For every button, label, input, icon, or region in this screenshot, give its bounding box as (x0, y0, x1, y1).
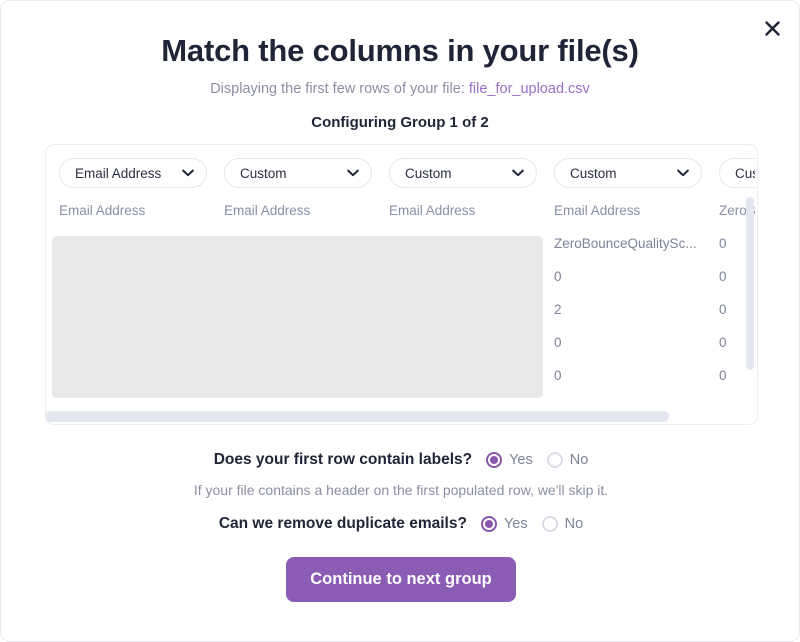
chevron-down-icon (347, 169, 359, 177)
table-cell: 0 (554, 368, 719, 383)
table-header-cell: Email Address (224, 203, 389, 218)
chevron-down-icon (677, 169, 689, 177)
radio-icon[interactable] (486, 452, 502, 468)
first-row-labels-hint: If your file contains a header on the fi… (1, 469, 800, 498)
first-row-labels-yes-label: Yes (509, 452, 533, 468)
file-name-link[interactable]: file_for_upload.csv (469, 81, 590, 97)
column-select-0[interactable]: Email Address (59, 158, 207, 188)
column-mapping-row: Email Address Custom (46, 145, 755, 188)
column-select-3-value: Custom (570, 166, 617, 181)
preview-vertical-scrollbar-thumb[interactable] (746, 197, 754, 370)
column-preview-card: Email Address Custom (45, 144, 758, 425)
column-select-2[interactable]: Custom (389, 158, 537, 188)
table-header-row: Email Address Email Address Email Addres… (46, 203, 755, 218)
page-title: Match the columns in your file(s) (1, 1, 799, 69)
column-preview-scroll-area[interactable]: Email Address Custom (46, 145, 755, 424)
table-cell: 0 (554, 335, 719, 350)
continue-to-next-group-button[interactable]: Continue to next group (286, 557, 516, 602)
column-mapping-cell: Custom (224, 158, 389, 188)
column-mapping-cell: Custom (554, 158, 719, 188)
match-columns-modal: Match the columns in your file(s) Displa… (0, 0, 800, 642)
first-row-labels-question: Does your first row contain labels? Yes … (1, 451, 800, 498)
radio-icon[interactable] (547, 452, 563, 468)
preview-vertical-scrollbar[interactable] (746, 145, 755, 424)
cta-container: Continue to next group (1, 557, 800, 602)
redacted-preview-overlay (52, 236, 543, 398)
column-select-2-value: Custom (405, 166, 452, 181)
remove-duplicates-yes[interactable]: Yes (481, 516, 528, 532)
remove-duplicates-yes-label: Yes (504, 516, 528, 532)
column-select-1[interactable]: Custom (224, 158, 372, 188)
table-cell: ZeroBounceQualitySc... (554, 236, 719, 251)
remove-duplicates-question: Can we remove duplicate emails? Yes No (1, 515, 800, 533)
remove-duplicates-no-label: No (565, 516, 584, 532)
close-icon[interactable] (758, 14, 786, 42)
table-cell: 2 (554, 302, 719, 317)
chevron-down-icon (512, 169, 524, 177)
remove-duplicates-label: Can we remove duplicate emails? (219, 515, 467, 533)
first-row-labels-no-label: No (570, 452, 589, 468)
table-header-cell: Email Address (389, 203, 554, 218)
preview-horizontal-scrollbar-thumb[interactable] (45, 411, 669, 422)
column-select-3[interactable]: Custom (554, 158, 702, 188)
table-cell: 0 (554, 269, 719, 284)
first-row-labels-yes[interactable]: Yes (486, 452, 533, 468)
table-header-cell: Email Address (59, 203, 224, 218)
table-header-cell: Email Address (554, 203, 719, 218)
radio-icon[interactable] (542, 516, 558, 532)
first-row-labels-label: Does your first row contain labels? (214, 451, 472, 469)
preview-horizontal-scrollbar[interactable] (45, 411, 757, 423)
group-progress-label: Configuring Group 1 of 2 (1, 97, 799, 131)
remove-duplicates-row: Can we remove duplicate emails? Yes No (1, 515, 800, 533)
radio-icon[interactable] (481, 516, 497, 532)
first-row-labels-row: Does your first row contain labels? Yes … (1, 451, 800, 469)
first-row-labels-no[interactable]: No (547, 452, 589, 468)
chevron-down-icon (182, 169, 194, 177)
column-mapping-cell: Email Address (59, 158, 224, 188)
column-select-1-value: Custom (240, 166, 287, 181)
subtitle-prefix: Displaying the first few rows of your fi… (210, 81, 465, 97)
file-subtitle: Displaying the first few rows of your fi… (1, 69, 799, 97)
column-mapping-cell: Custom (389, 158, 554, 188)
column-select-0-value: Email Address (75, 166, 161, 181)
remove-duplicates-no[interactable]: No (542, 516, 584, 532)
